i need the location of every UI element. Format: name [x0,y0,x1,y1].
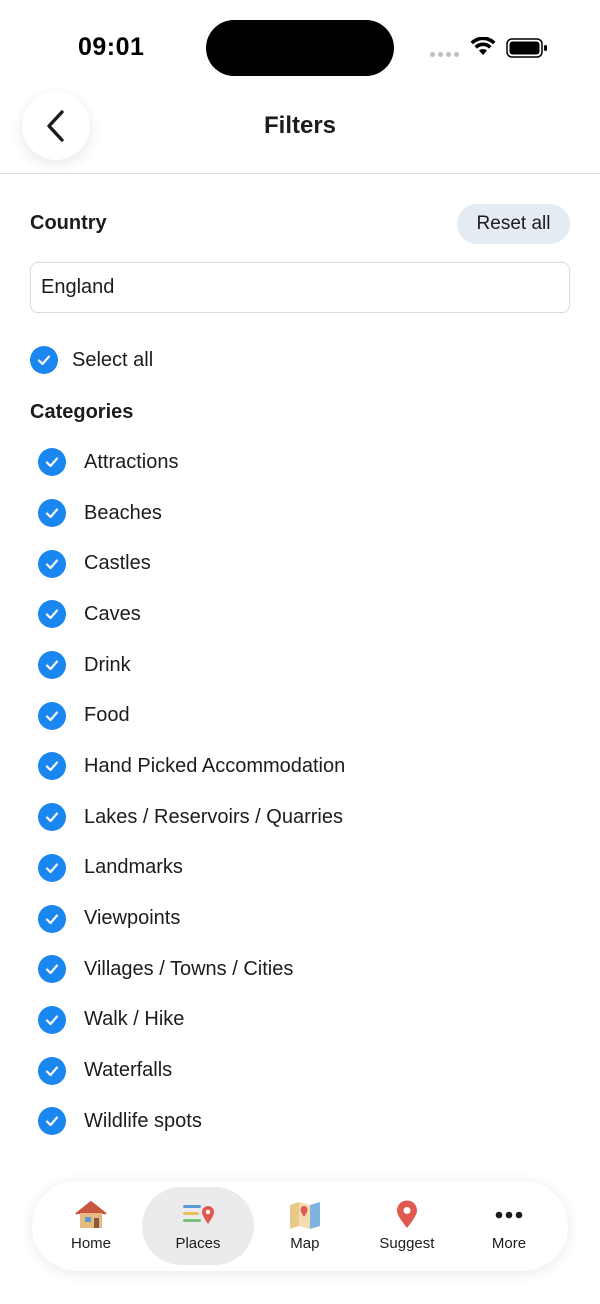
category-label: Viewpoints [84,907,181,930]
tab-map[interactable]: Map [254,1187,356,1265]
tab-label: Home [71,1235,112,1252]
checkmark-icon [38,651,66,680]
category-item-caves[interactable]: Caves [38,589,558,640]
checkmark-icon [38,904,66,933]
checkmark-icon [38,853,66,882]
tab-label: Places [175,1235,221,1252]
dynamic-island [206,20,394,76]
tab-label: More [491,1235,527,1252]
checkmark-icon [38,600,66,629]
checkmark-icon [38,803,66,832]
category-item-walk-hike[interactable]: Walk / Hike [38,995,558,1046]
category-label: Beaches [84,501,162,524]
category-item-beaches[interactable]: Beaches [38,488,558,539]
tab-suggest[interactable]: Suggest [356,1187,458,1265]
wifi-icon [470,37,496,55]
category-item-waterfalls[interactable]: Waterfalls [38,1045,558,1096]
tab-bar: Home Places Map Suggest More [32,1181,568,1271]
category-label: Hand Picked Accommodation [84,754,346,777]
categories-label: Categories [30,401,134,423]
category-item-villages[interactable]: Villages / Towns / Cities [38,944,558,995]
category-item-castles[interactable]: Castles [38,538,558,589]
select-all-label: Select all [72,348,154,371]
category-item-hand-picked-accommodation[interactable]: Hand Picked Accommodation [38,741,558,792]
tab-home[interactable]: Home [40,1187,142,1265]
checkmark-icon [30,346,58,374]
country-label: Country [30,212,107,234]
category-label: Villages / Towns / Cities [84,957,294,980]
country-field[interactable]: England [30,262,570,313]
category-label: Lakes / Reservoirs / Quarries [84,805,343,828]
category-label: Wildlife spots [84,1109,202,1132]
category-label: Castles [84,552,151,575]
categories-list: Attractions Beaches Castles Caves Drink … [38,437,558,1147]
checkmark-icon [38,955,66,984]
category-item-attractions[interactable]: Attractions [38,437,558,488]
checkmark-icon [38,701,66,730]
category-label: Landmarks [84,856,183,879]
checkmark-icon [38,1005,66,1034]
category-label: Food [84,704,130,727]
category-item-landmarks[interactable]: Landmarks [38,843,558,894]
category-item-food[interactable]: Food [38,690,558,741]
select-all-checkbox[interactable]: Select all [30,346,153,374]
signal-icon [430,52,459,57]
category-label: Drink [84,653,131,676]
header: Filters [0,90,600,174]
checkmark-icon [38,549,66,578]
checkmark-icon [38,499,66,528]
checkmark-icon [38,752,66,781]
category-label: Caves [84,602,141,625]
category-item-lakes[interactable]: Lakes / Reservoirs / Quarries [38,792,558,843]
tab-label: Suggest [379,1235,435,1252]
house-icon [74,1200,108,1230]
category-label: Walk / Hike [84,1008,185,1031]
checkmark-icon [38,1107,66,1136]
list-pin-icon [181,1200,215,1230]
checkmark-icon [38,448,66,477]
checkmark-icon [38,1056,66,1085]
status-bar: 09:01 [0,0,600,90]
category-item-drink[interactable]: Drink [38,640,558,691]
tab-label: Map [290,1235,320,1252]
more-dots-icon [494,1200,524,1230]
status-time: 09:01 [78,33,145,61]
reset-all-button[interactable]: Reset all [457,204,570,244]
page-title: Filters [263,112,337,139]
battery-icon [506,38,547,58]
category-item-viewpoints[interactable]: Viewpoints [38,893,558,944]
category-item-wildlife-spots[interactable]: Wildlife spots [38,1096,558,1147]
category-label: Waterfalls [84,1059,173,1082]
tab-places[interactable]: Places [142,1187,254,1265]
category-label: Attractions [84,450,179,473]
map-icon [288,1200,322,1230]
location-pin-icon [395,1200,419,1230]
tab-more[interactable]: More [458,1187,560,1265]
